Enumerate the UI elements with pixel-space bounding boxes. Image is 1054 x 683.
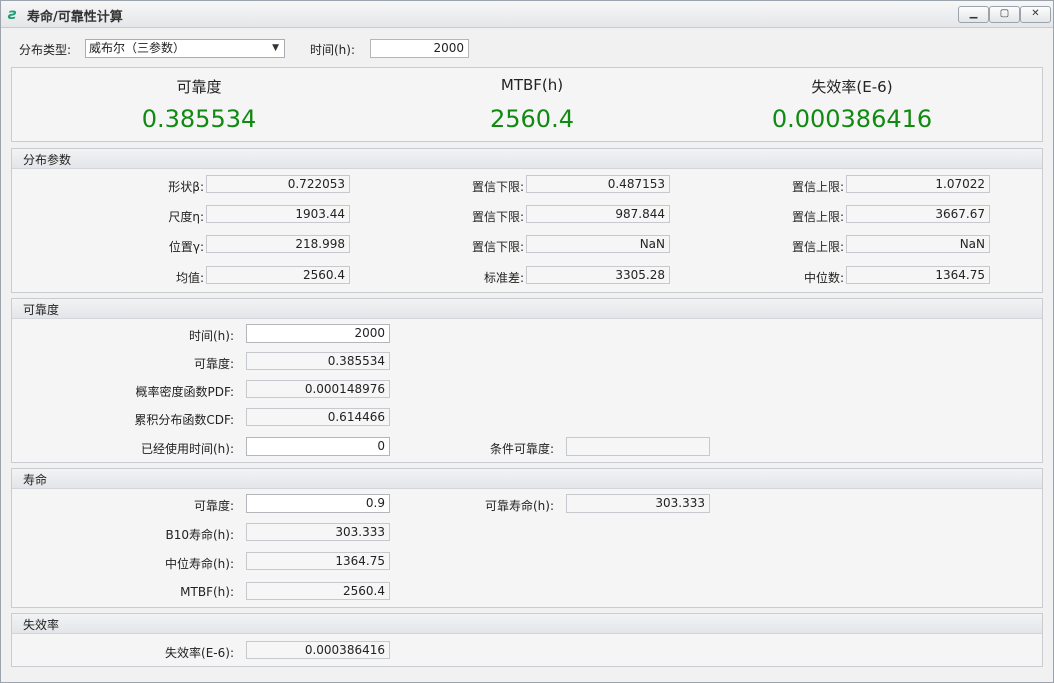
param-median-value: 1364.75 (846, 266, 990, 284)
param-scale-label: 尺度η: (168, 210, 204, 224)
param-location-lower-label: 置信下限: (471, 240, 524, 254)
main-window: ƨ 寿命/可靠性计算 ▁ ▢ ✕ 分布类型: 威布尔（三参数） ▼ 时间(h):… (0, 0, 1054, 683)
params-panel: 分布参数 形状β: 0.722053 置信下限: 0.487153 置信上限: … (11, 148, 1043, 293)
maximize-icon: ▢ (999, 8, 1010, 19)
dist-type-value: 威布尔（三参数） (89, 41, 186, 55)
rel-conditional-value (566, 437, 710, 456)
param-shape-value: 0.722053 (206, 175, 350, 193)
param-median-label: 中位数: (803, 271, 844, 285)
param-shape-upper-label: 置信上限: (791, 180, 844, 194)
summary-failure-rate-label: 失效率(E-6) (811, 78, 893, 96)
life-median-label: 中位寿命(h): (164, 557, 234, 571)
life-panel: 寿命 可靠度: 0.9 可靠寿命(h): 303.333 B10寿命(h): 3… (11, 468, 1043, 608)
param-scale-lower-label: 置信下限: (471, 210, 524, 224)
life-rel-life-value: 303.333 (566, 494, 710, 513)
failure-rate-label: 失效率(E-6): (165, 646, 234, 660)
param-scale-upper-label: 置信上限: (791, 210, 844, 224)
param-shape-label: 形状β: (168, 180, 204, 194)
param-shape-lower-label: 置信下限: (471, 180, 524, 194)
dist-type-label: 分布类型: (19, 43, 72, 57)
reliability-title: 可靠度 (23, 303, 60, 317)
summary-panel: 可靠度 0.385534 MTBF(h) 2560.4 失效率(E-6) 0.0… (11, 67, 1043, 142)
param-location-upper-value: NaN (846, 235, 990, 253)
life-median-value: 1364.75 (246, 552, 390, 570)
rel-used-time-input[interactable]: 0 (246, 437, 390, 456)
life-rel-life-label: 可靠寿命(h): (484, 499, 554, 513)
param-shape-lower-value: 0.487153 (526, 175, 670, 193)
summary-mtbf-value: 2560.4 (490, 105, 574, 133)
rel-pdf-label: 概率密度函数PDF: (135, 385, 235, 399)
life-mtbf-label: MTBF(h): (180, 585, 234, 599)
failure-panel: 失效率 失效率(E-6): 0.000386416 (11, 613, 1043, 667)
param-scale-value: 1903.44 (206, 205, 350, 223)
param-stddev-value: 3305.28 (526, 266, 670, 284)
rel-cdf-value: 0.614466 (246, 408, 390, 426)
life-header: 寿命 (12, 469, 1042, 489)
param-location-upper-label: 置信上限: (791, 240, 844, 254)
param-shape-upper-value: 1.07022 (846, 175, 990, 193)
app-logo-icon: ƨ (8, 5, 17, 23)
dist-type-select[interactable]: 威布尔（三参数） ▼ (85, 39, 285, 58)
rel-conditional-label: 条件可靠度: (489, 442, 554, 456)
life-title: 寿命 (23, 473, 48, 487)
close-button[interactable]: ✕ (1020, 6, 1051, 23)
minimize-icon: ▁ (969, 8, 978, 19)
chevron-down-icon[interactable]: ▼ (272, 40, 279, 57)
window-title: 寿命/可靠性计算 (27, 10, 123, 25)
reliability-panel: 可靠度 时间(h): 2000 可靠度: 0.385534 概率密度函数PDF:… (11, 298, 1043, 463)
summary-reliability-label: 可靠度 (176, 78, 222, 96)
life-b10-value: 303.333 (246, 523, 390, 541)
maximize-button[interactable]: ▢ (989, 6, 1020, 23)
rel-cdf-label: 累积分布函数CDF: (134, 413, 234, 427)
rel-time-label: 时间(h): (188, 329, 234, 343)
params-header: 分布参数 (12, 149, 1042, 169)
life-reliability-label: 可靠度: (193, 499, 234, 513)
rel-reliability-label: 可靠度: (193, 357, 234, 371)
rel-used-time-label: 已经使用时间(h): (140, 442, 234, 456)
param-location-value: 218.998 (206, 235, 350, 253)
params-title: 分布参数 (23, 153, 72, 167)
life-reliability-input[interactable]: 0.9 (246, 494, 390, 513)
param-mean-label: 均值: (175, 271, 204, 285)
close-icon: ✕ (1031, 8, 1040, 19)
top-time-label: 时间(h): (310, 43, 356, 57)
rel-reliability-value: 0.385534 (246, 352, 390, 370)
failure-header: 失效率 (12, 614, 1042, 634)
param-location-label: 位置γ: (168, 240, 204, 254)
param-scale-upper-value: 3667.67 (846, 205, 990, 223)
life-mtbf-value: 2560.4 (246, 582, 390, 600)
title-bar[interactable]: ƨ 寿命/可靠性计算 ▁ ▢ ✕ (1, 1, 1053, 28)
reliability-header: 可靠度 (12, 299, 1042, 319)
minimize-button[interactable]: ▁ (958, 6, 989, 23)
top-time-input[interactable]: 2000 (370, 39, 469, 58)
failure-title: 失效率 (23, 618, 60, 632)
summary-mtbf-label: MTBF(h) (500, 76, 564, 94)
rel-pdf-value: 0.000148976 (246, 380, 390, 398)
failure-rate-value: 0.000386416 (246, 641, 390, 659)
summary-reliability-value: 0.385534 (141, 105, 257, 133)
param-stddev-label: 标准差: (483, 271, 524, 285)
param-scale-lower-value: 987.844 (526, 205, 670, 223)
summary-failure-rate-value: 0.000386416 (771, 105, 933, 133)
param-mean-value: 2560.4 (206, 266, 350, 284)
rel-time-input[interactable]: 2000 (246, 324, 390, 343)
life-b10-label: B10寿命(h): (165, 528, 234, 542)
param-location-lower-value: NaN (526, 235, 670, 253)
